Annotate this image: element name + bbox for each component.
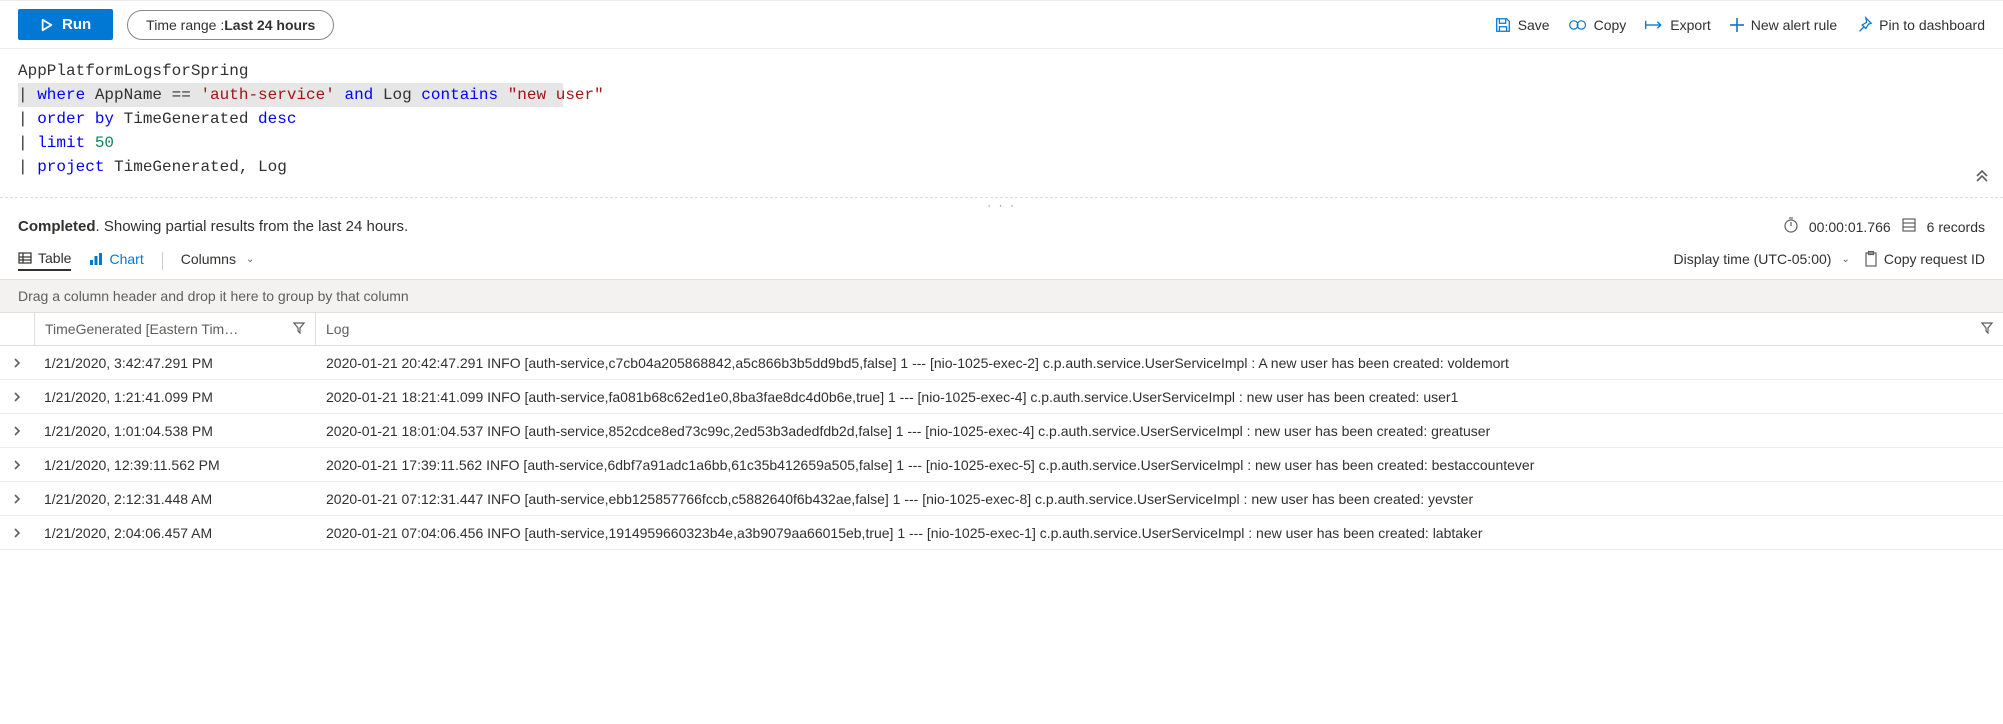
status-bar: Completed. Showing partial results from … bbox=[0, 207, 2003, 246]
cell-log: 2020-01-21 18:21:41.099 INFO [auth-servi… bbox=[316, 383, 2003, 411]
col-time-label: TimeGenerated [Eastern Tim… bbox=[45, 321, 238, 337]
clipboard-icon bbox=[1864, 251, 1878, 267]
filter-icon[interactable] bbox=[293, 321, 305, 337]
query-line-1: AppPlatformLogsforSpring bbox=[18, 59, 1985, 83]
editor-resize-handle[interactable]: · · · bbox=[0, 197, 2003, 207]
table-row[interactable]: 1/21/2020, 2:12:31.448 AM2020-01-21 07:1… bbox=[0, 482, 2003, 516]
cell-time: 1/21/2020, 1:01:04.538 PM bbox=[34, 417, 316, 445]
run-label: Run bbox=[62, 16, 91, 33]
copy-icon bbox=[1568, 17, 1588, 33]
query-editor[interactable]: AppPlatformLogsforSpring | where AppName… bbox=[0, 48, 2003, 197]
new-alert-button[interactable]: New alert rule bbox=[1729, 17, 1837, 33]
tab-chart[interactable]: Chart bbox=[89, 251, 143, 270]
chart-icon bbox=[89, 252, 103, 266]
toolbar: Run Time range : Last 24 hours Save Copy… bbox=[0, 0, 2003, 48]
copy-button[interactable]: Copy bbox=[1568, 17, 1627, 33]
cell-log: 2020-01-21 18:01:04.537 INFO [auth-servi… bbox=[316, 417, 2003, 445]
status-right: 00:00:01.766 6 records bbox=[1783, 217, 1985, 236]
table-row[interactable]: 1/21/2020, 2:04:06.457 AM2020-01-21 07:0… bbox=[0, 516, 2003, 550]
run-button[interactable]: Run bbox=[18, 9, 113, 40]
query-line-3: | order by TimeGenerated desc bbox=[18, 107, 1985, 131]
expand-row-icon[interactable] bbox=[0, 389, 34, 405]
save-icon bbox=[1494, 16, 1512, 34]
chevron-down-icon: ⌄ bbox=[246, 254, 254, 265]
cell-log: 2020-01-21 20:42:47.291 INFO [auth-servi… bbox=[316, 349, 2003, 377]
stopwatch-icon bbox=[1783, 217, 1799, 236]
col-expand-header bbox=[0, 313, 34, 345]
query-line-2: | where AppName == 'auth-service' and Lo… bbox=[18, 83, 1985, 107]
play-icon bbox=[40, 18, 54, 32]
cell-time: 1/21/2020, 2:04:06.457 AM bbox=[34, 519, 316, 547]
cell-time: 1/21/2020, 12:39:11.562 PM bbox=[34, 451, 316, 479]
time-range-value: Last 24 hours bbox=[224, 17, 315, 33]
export-label: Export bbox=[1670, 17, 1710, 33]
query-line-5: | project TimeGenerated, Log bbox=[18, 155, 1985, 179]
chevron-down-icon: ⌄ bbox=[1841, 254, 1849, 265]
filter-icon[interactable] bbox=[1981, 321, 1993, 337]
status-text: Completed. Showing partial results from … bbox=[18, 218, 408, 235]
export-icon bbox=[1644, 17, 1664, 33]
elapsed-time: 00:00:01.766 bbox=[1809, 219, 1891, 235]
plus-icon bbox=[1729, 17, 1745, 33]
col-log-header[interactable]: Log bbox=[316, 313, 2003, 345]
new-alert-label: New alert rule bbox=[1751, 17, 1837, 33]
expand-row-icon[interactable] bbox=[0, 423, 34, 439]
group-by-drop-zone[interactable]: Drag a column header and drop it here to… bbox=[0, 279, 2003, 313]
col-time-header[interactable]: TimeGenerated [Eastern Tim… bbox=[34, 313, 316, 345]
display-time-label: Display time (UTC-05:00) bbox=[1674, 251, 1832, 267]
results-tab-bar: Table Chart Columns ⌄ Display time (UTC-… bbox=[0, 246, 2003, 279]
grid-body: 1/21/2020, 3:42:47.291 PM2020-01-21 20:4… bbox=[0, 346, 2003, 550]
copy-label: Copy bbox=[1594, 17, 1627, 33]
table-row[interactable]: 1/21/2020, 1:01:04.538 PM2020-01-21 18:0… bbox=[0, 414, 2003, 448]
expand-row-icon[interactable] bbox=[0, 457, 34, 473]
table-row[interactable]: 1/21/2020, 12:39:11.562 PM2020-01-21 17:… bbox=[0, 448, 2003, 482]
cell-time: 1/21/2020, 2:12:31.448 AM bbox=[34, 485, 316, 513]
col-log-label: Log bbox=[326, 321, 349, 337]
columns-label: Columns bbox=[181, 251, 236, 267]
pin-button[interactable]: Pin to dashboard bbox=[1855, 16, 1985, 34]
time-range-picker[interactable]: Time range : Last 24 hours bbox=[127, 10, 334, 40]
display-time-dropdown[interactable]: Display time (UTC-05:00) ⌄ bbox=[1674, 251, 1850, 270]
pin-icon bbox=[1855, 16, 1873, 34]
cell-log: 2020-01-21 17:39:11.562 INFO [auth-servi… bbox=[316, 451, 2003, 479]
tab-divider bbox=[162, 252, 163, 270]
cell-time: 1/21/2020, 1:21:41.099 PM bbox=[34, 383, 316, 411]
results-right: Display time (UTC-05:00) ⌄ Copy request … bbox=[1674, 251, 1986, 270]
export-button[interactable]: Export bbox=[1644, 17, 1710, 33]
table-icon bbox=[18, 251, 32, 265]
expand-row-icon[interactable] bbox=[0, 525, 34, 541]
query-line-4: | limit 50 bbox=[18, 131, 1985, 155]
tab-chart-label: Chart bbox=[109, 251, 143, 267]
cell-log: 2020-01-21 07:12:31.447 INFO [auth-servi… bbox=[316, 485, 2003, 513]
toolbar-actions: Save Copy Export New alert rule Pin to d… bbox=[1494, 16, 1985, 34]
grid-header: TimeGenerated [Eastern Tim… Log bbox=[0, 313, 2003, 346]
columns-dropdown[interactable]: Columns ⌄ bbox=[181, 251, 255, 270]
expand-row-icon[interactable] bbox=[0, 355, 34, 371]
copy-request-id-button[interactable]: Copy request ID bbox=[1864, 251, 1985, 270]
cell-log: 2020-01-21 07:04:06.456 INFO [auth-servi… bbox=[316, 519, 2003, 547]
records-icon bbox=[1901, 217, 1917, 236]
save-label: Save bbox=[1518, 17, 1550, 33]
table-row[interactable]: 1/21/2020, 1:21:41.099 PM2020-01-21 18:2… bbox=[0, 380, 2003, 414]
records-count: 6 records bbox=[1927, 219, 1985, 235]
copy-request-id-label: Copy request ID bbox=[1884, 251, 1985, 267]
tab-table-label: Table bbox=[38, 250, 71, 266]
tab-table[interactable]: Table bbox=[18, 250, 71, 271]
cell-time: 1/21/2020, 3:42:47.291 PM bbox=[34, 349, 316, 377]
save-button[interactable]: Save bbox=[1494, 16, 1550, 34]
expand-row-icon[interactable] bbox=[0, 491, 34, 507]
time-range-prefix: Time range : bbox=[146, 17, 224, 33]
pin-label: Pin to dashboard bbox=[1879, 17, 1985, 33]
table-row[interactable]: 1/21/2020, 3:42:47.291 PM2020-01-21 20:4… bbox=[0, 346, 2003, 380]
